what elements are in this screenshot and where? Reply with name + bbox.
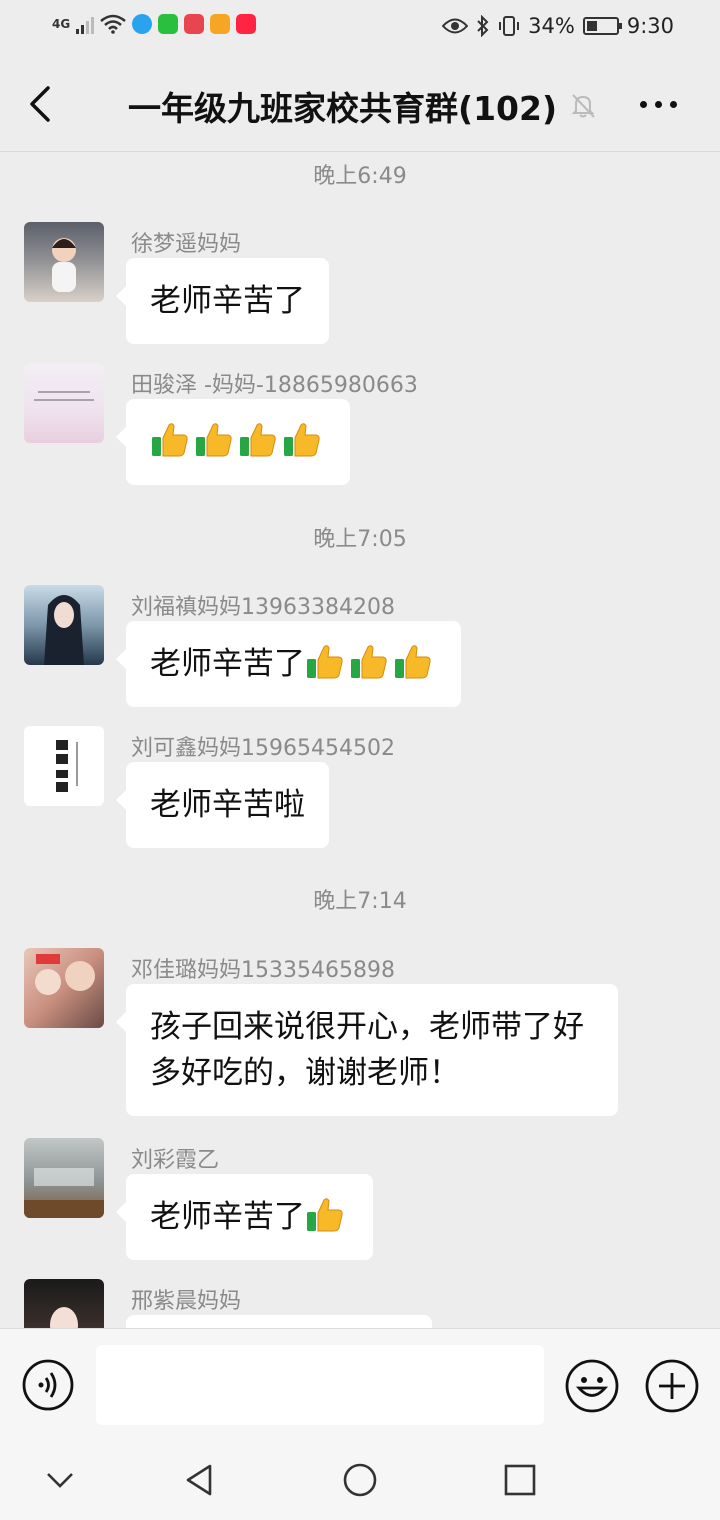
sender-name: 刘福禛妈妈13963384208 bbox=[131, 595, 395, 620]
message-text: 孩子回来说很开心，老师带了好多好吃的，谢谢老师！ bbox=[150, 1009, 584, 1091]
status-left: 4G bbox=[52, 14, 257, 34]
timestamp: 晚上6:49 bbox=[313, 164, 407, 189]
message-text: 老师辛苦了 bbox=[150, 283, 305, 319]
bluetooth-icon bbox=[477, 15, 489, 37]
timestamp: 晚上7:05 bbox=[313, 527, 407, 552]
chevron-down-icon[interactable] bbox=[42, 1462, 78, 1498]
eye-icon bbox=[442, 18, 469, 34]
network-type: 4G bbox=[52, 17, 71, 31]
thumbs-up-icon bbox=[284, 423, 320, 457]
avatar-interior-image bbox=[24, 1168, 104, 1218]
message-bubble[interactable]: 老师辛苦了 bbox=[116, 1174, 373, 1260]
iqiyi-icon bbox=[158, 14, 179, 34]
message-bubble[interactable]: 老师辛苦了 bbox=[116, 621, 461, 707]
message-bubble[interactable] bbox=[116, 399, 350, 485]
message-text: 老师辛苦啦 bbox=[150, 787, 305, 823]
chat-area[interactable]: 晚上6:49 徐梦遥妈妈 老师辛苦了 田骏泽 -妈妈-18865980663 晚… bbox=[0, 152, 720, 1328]
sender-name: 刘可鑫妈妈15965454502 bbox=[131, 736, 395, 761]
thumbs-up-icon bbox=[152, 423, 188, 457]
thumbs-up-icon bbox=[307, 1198, 343, 1232]
avatar-poster-image bbox=[54, 736, 78, 796]
input-bar bbox=[0, 1328, 720, 1440]
sender-name: 邓佳璐妈妈15335465898 bbox=[131, 958, 395, 983]
message-text: 老师辛苦了 bbox=[150, 646, 305, 682]
avatar[interactable] bbox=[24, 1279, 104, 1328]
timestamp: 晚上7:14 bbox=[313, 889, 407, 914]
system-nav-bar bbox=[0, 1440, 720, 1520]
avatar[interactable] bbox=[24, 585, 104, 665]
message-bubble[interactable]: 老师辛苦了 bbox=[116, 258, 329, 344]
message-bubble[interactable] bbox=[126, 1315, 432, 1328]
thumbs-up-group bbox=[150, 423, 326, 460]
sender-name: 邢紫晨妈妈 bbox=[131, 1289, 242, 1314]
status-bar: 4G 34% 9:30 bbox=[0, 0, 720, 56]
message-text: 老师辛苦了 bbox=[150, 1199, 305, 1235]
avatar[interactable] bbox=[24, 222, 104, 302]
more-options-button[interactable] bbox=[640, 92, 684, 116]
dot bbox=[655, 100, 662, 108]
home-circle-icon[interactable] bbox=[342, 1462, 378, 1498]
thumbs-up-icon bbox=[240, 423, 276, 457]
chat-header: 一年级九班家校共育群(102) bbox=[0, 56, 720, 152]
title-wrap: 一年级九班家校共育群(102) bbox=[128, 82, 597, 130]
clock: 9:30 bbox=[626, 14, 674, 38]
notes-app-icon bbox=[210, 14, 231, 34]
qq-browser-icon bbox=[132, 14, 153, 34]
xiaohongshu-icon bbox=[236, 14, 257, 34]
page-title: 一年级九班家校共育群(102) bbox=[128, 89, 558, 128]
avatar-portrait-image bbox=[44, 595, 84, 665]
sender-name: 田骏泽 -妈妈-18865980663 bbox=[131, 373, 418, 398]
avatar[interactable] bbox=[24, 948, 104, 1028]
avatar[interactable] bbox=[24, 363, 104, 443]
status-right: 34% 9:30 bbox=[442, 14, 674, 38]
plus-icon[interactable] bbox=[645, 1359, 699, 1413]
avatar-woman-image bbox=[50, 1307, 78, 1328]
dot bbox=[640, 100, 647, 108]
avatar-child-image bbox=[52, 238, 76, 292]
message-bubble[interactable]: 孩子回来说很开心，老师带了好多好吃的，谢谢老师！ bbox=[116, 984, 618, 1116]
thumbs-up-icon bbox=[196, 423, 232, 457]
sender-name: 刘彩霞乙 bbox=[131, 1148, 220, 1173]
avatar-family-image bbox=[35, 954, 95, 995]
signal-icon bbox=[76, 14, 95, 34]
thumbs-up-group bbox=[305, 1198, 349, 1235]
avatar[interactable] bbox=[24, 726, 104, 806]
avatar-text-image bbox=[34, 391, 94, 401]
message-bubble[interactable]: 老师辛苦啦 bbox=[116, 762, 329, 848]
message-input[interactable] bbox=[96, 1345, 544, 1425]
vibrate-icon bbox=[499, 16, 520, 36]
back-icon[interactable] bbox=[24, 84, 60, 124]
battery-icon bbox=[582, 17, 622, 35]
battery-percent: 34% bbox=[528, 14, 575, 38]
avatar[interactable] bbox=[24, 1138, 104, 1218]
emoji-icon[interactable] bbox=[565, 1359, 619, 1413]
mute-bell-icon bbox=[571, 94, 595, 118]
wifi-icon bbox=[100, 14, 127, 34]
dot bbox=[670, 100, 677, 108]
weibo-app-icon bbox=[184, 14, 205, 34]
sender-name: 徐梦遥妈妈 bbox=[131, 232, 242, 257]
back-triangle-icon[interactable] bbox=[182, 1462, 218, 1498]
voice-input-icon[interactable] bbox=[22, 1359, 74, 1411]
thumbs-up-icon bbox=[395, 645, 431, 679]
thumbs-up-icon bbox=[307, 645, 343, 679]
recents-square-icon[interactable] bbox=[502, 1462, 538, 1498]
thumbs-up-icon bbox=[351, 645, 387, 679]
thumbs-up-group bbox=[305, 645, 437, 682]
